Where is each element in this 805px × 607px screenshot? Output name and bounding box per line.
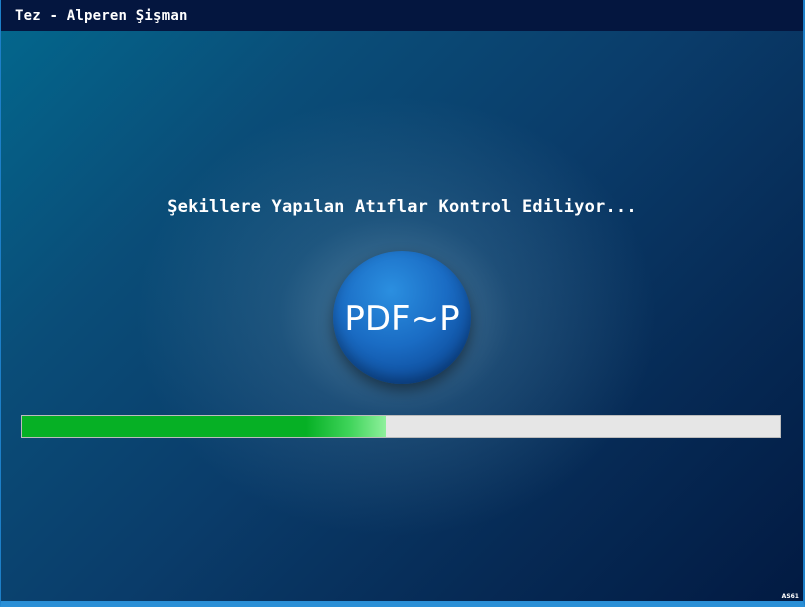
logo-text: PDF~P	[344, 298, 460, 339]
corner-badge: AS61	[781, 593, 799, 600]
status-message: Şekillere Yapılan Atıflar Kontrol Ediliy…	[167, 197, 637, 217]
window-title: Tez - Alperen Şişman	[15, 8, 188, 24]
window-titlebar[interactable]: Tez - Alperen Şişman	[1, 0, 803, 31]
app-logo: PDF~P	[333, 251, 471, 384]
progress-bar-fill	[22, 416, 386, 437]
progress-bar	[21, 415, 781, 438]
splash-content: Şekillere Yapılan Atıflar Kontrol Ediliy…	[1, 31, 803, 601]
app-window: Tez - Alperen Şişman Şekillere Yapılan A…	[0, 0, 805, 607]
